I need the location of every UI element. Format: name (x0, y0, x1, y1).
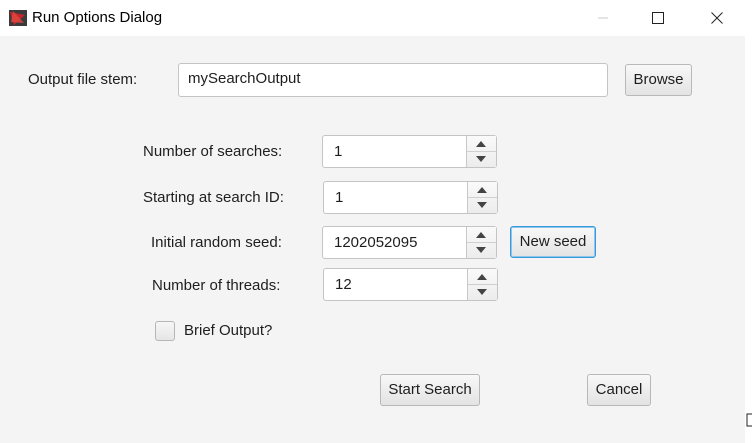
number-of-searches-spinner[interactable]: 1 (322, 135, 497, 168)
number-of-threads-label: Number of threads: (152, 277, 281, 294)
spinner-buttons (466, 227, 496, 258)
window-edge (745, 36, 752, 443)
number-of-searches-label: Number of searches: (143, 143, 283, 160)
title-bar: Run Options Dialog (0, 0, 752, 36)
new-seed-button[interactable]: New seed (510, 226, 596, 258)
spinner-buttons (466, 136, 496, 167)
decrement-button[interactable] (467, 151, 496, 166)
resize-mark (746, 413, 752, 427)
increment-button[interactable] (468, 269, 497, 285)
maximize-button[interactable] (635, 0, 681, 36)
increment-button[interactable] (467, 136, 496, 152)
starting-search-id-label: Starting at search ID: (143, 189, 284, 206)
increment-button[interactable] (467, 227, 496, 243)
start-search-button[interactable]: Start Search (380, 374, 480, 406)
brief-output-checkbox[interactable] (155, 321, 175, 341)
decrement-button[interactable] (468, 197, 497, 212)
app-icon (8, 9, 28, 27)
initial-random-seed-spinner[interactable]: 1202052095 (322, 226, 497, 259)
spinner-buttons (467, 182, 497, 213)
starting-search-id-spinner[interactable]: 1 (323, 181, 498, 214)
starting-search-id-value[interactable]: 1 (335, 189, 343, 206)
initial-random-seed-value[interactable]: 1202052095 (334, 234, 417, 251)
arrow-down-icon (477, 202, 487, 208)
browse-button[interactable]: Browse (625, 64, 692, 96)
arrow-down-icon (476, 247, 486, 253)
close-button[interactable] (694, 0, 740, 36)
window-title: Run Options Dialog (32, 9, 163, 26)
arrow-up-icon (476, 232, 486, 238)
decrement-button[interactable] (468, 284, 497, 299)
arrow-down-icon (476, 156, 486, 162)
output-file-stem-label: Output file stem: (28, 71, 138, 88)
minimize-icon (598, 17, 608, 19)
brief-output-label[interactable]: Brief Output? (184, 322, 272, 339)
initial-random-seed-label: Initial random seed: (151, 234, 282, 251)
maximize-icon (652, 12, 664, 24)
arrow-up-icon (477, 187, 487, 193)
arrow-up-icon (477, 274, 487, 280)
spinner-buttons (467, 269, 497, 300)
increment-button[interactable] (468, 182, 497, 198)
number-of-searches-value[interactable]: 1 (334, 143, 342, 160)
close-icon (711, 12, 723, 24)
output-file-stem-input[interactable]: mySearchOutput (178, 63, 608, 97)
number-of-threads-value[interactable]: 12 (335, 276, 352, 293)
minimize-button[interactable] (580, 0, 626, 36)
arrow-down-icon (477, 289, 487, 295)
number-of-threads-spinner[interactable]: 12 (323, 268, 498, 301)
cancel-button[interactable]: Cancel (587, 374, 651, 406)
arrow-up-icon (476, 141, 486, 147)
decrement-button[interactable] (467, 242, 496, 257)
